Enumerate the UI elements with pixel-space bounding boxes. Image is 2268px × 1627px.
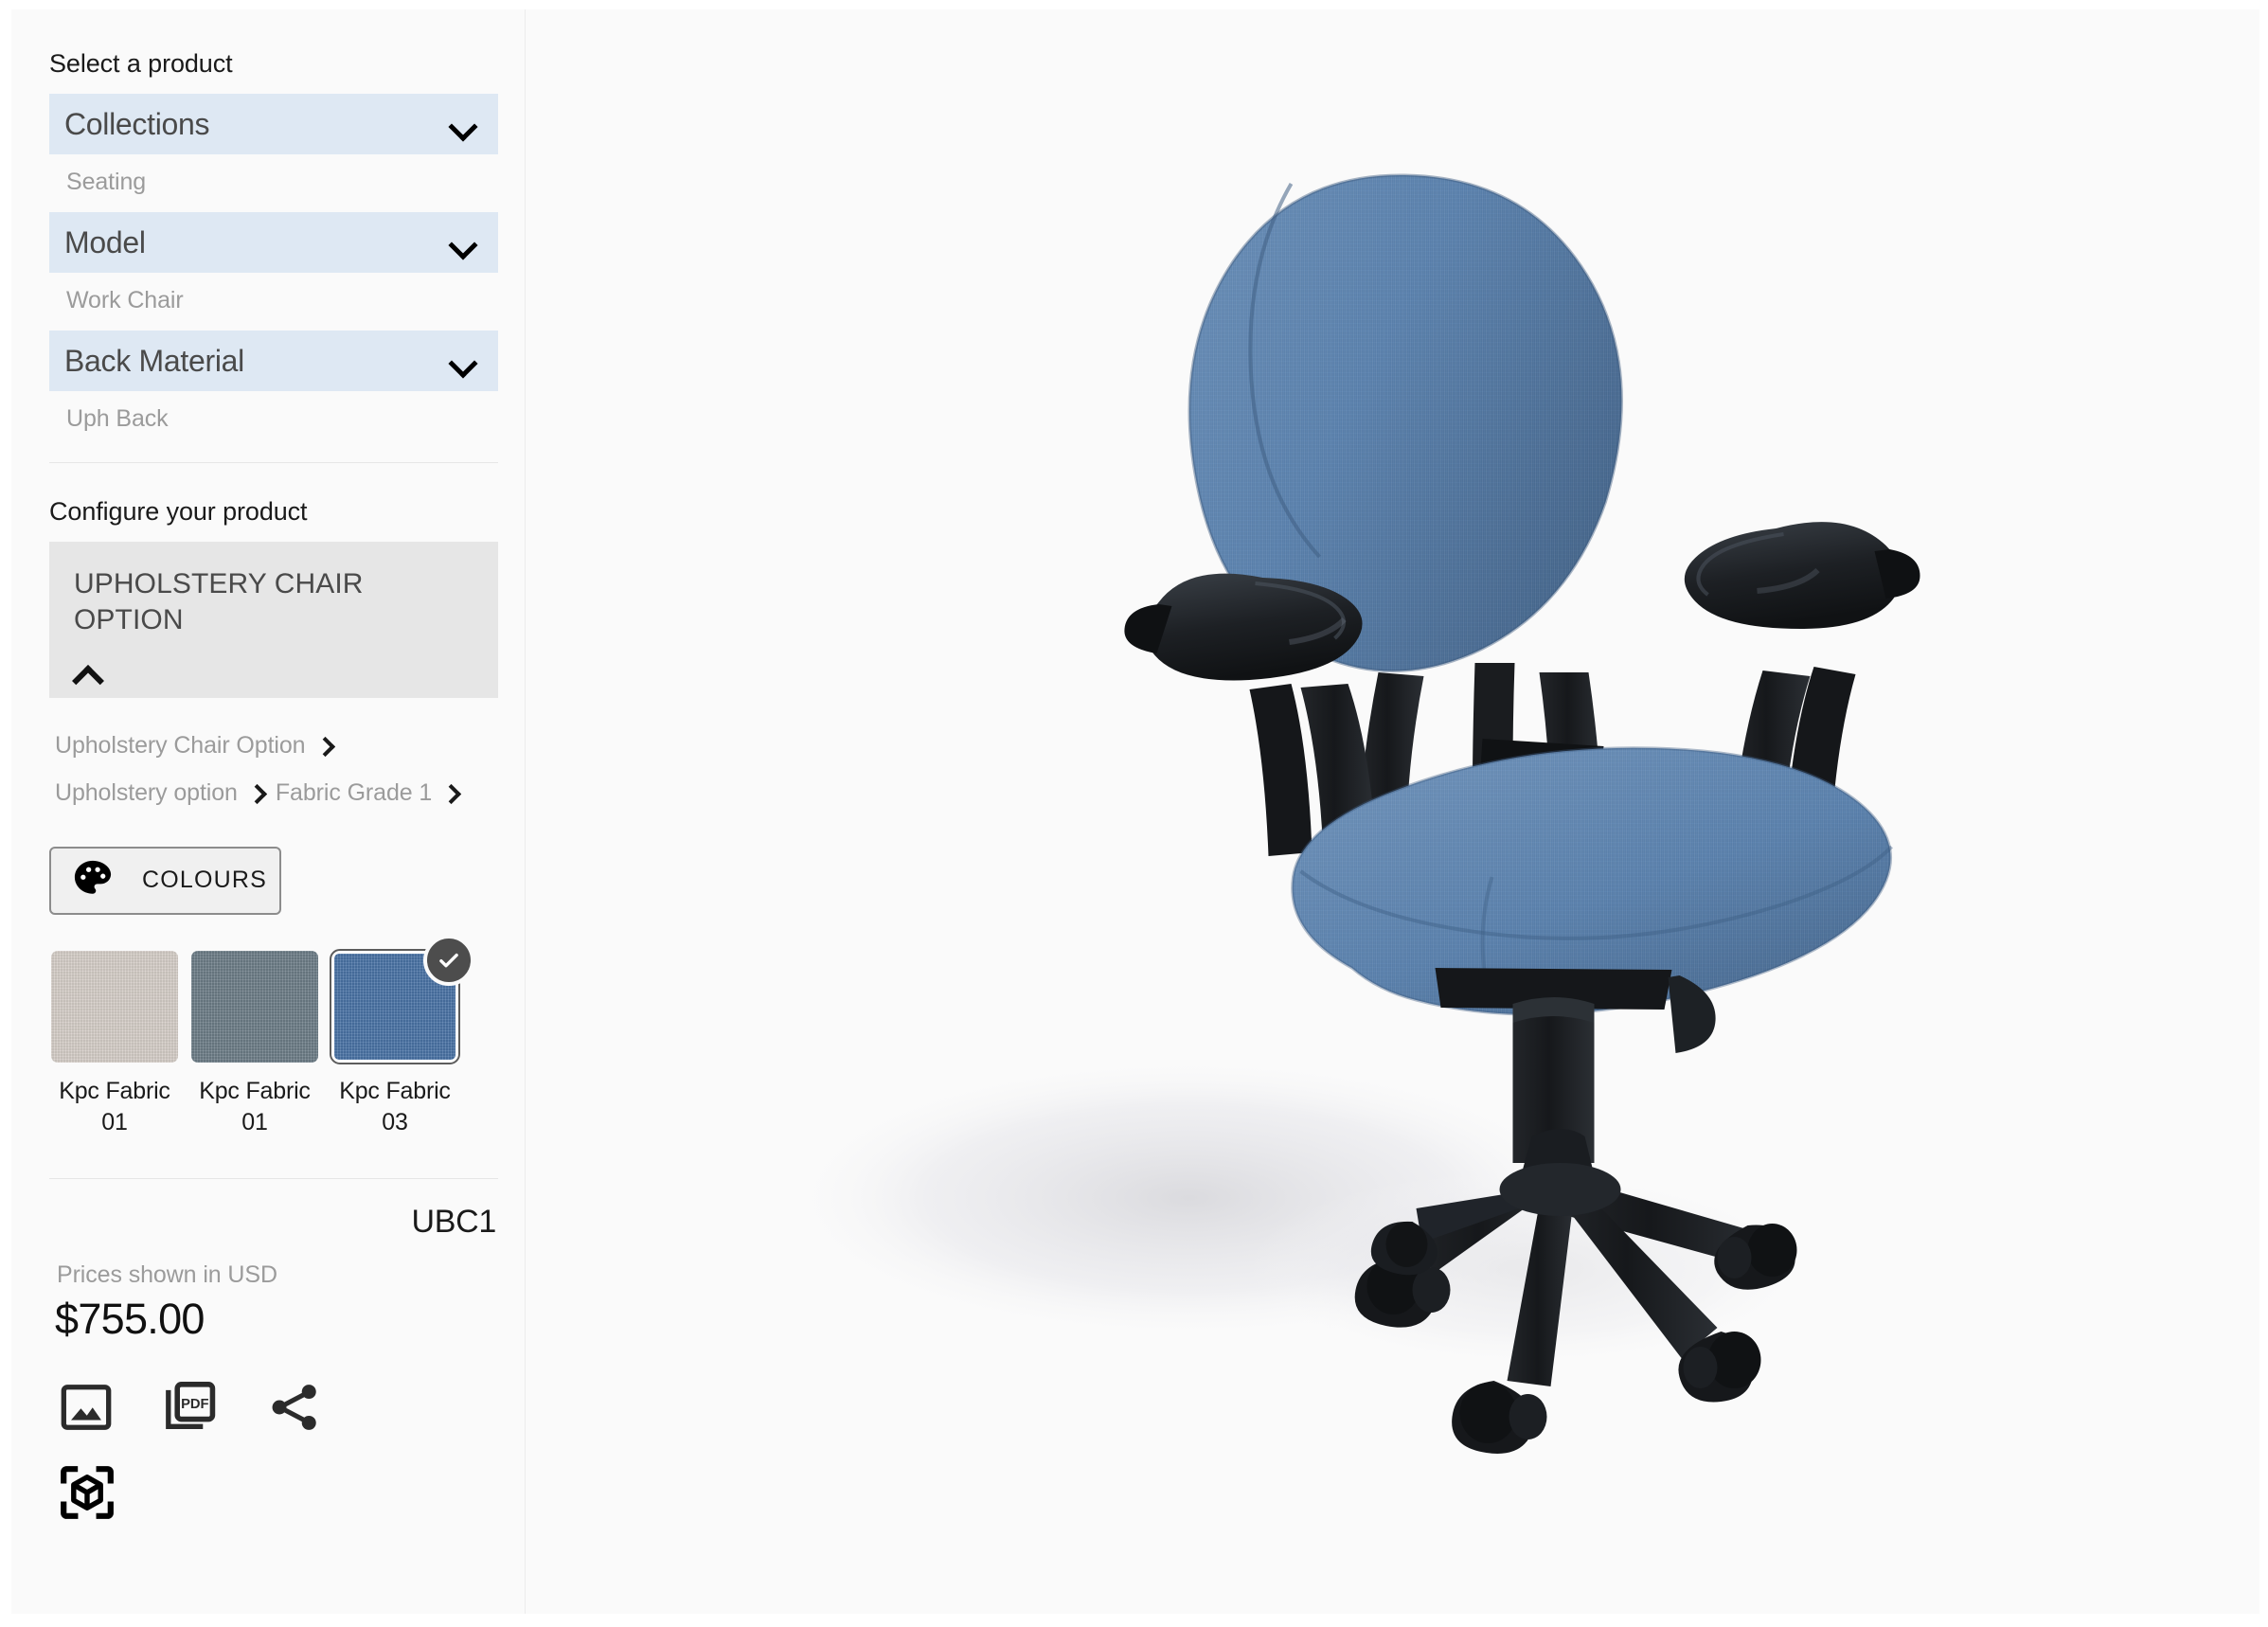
selector-model-label: Model bbox=[64, 224, 146, 259]
upholstery-chair-option-title: UPHOLSTERY CHAIR OPTION bbox=[74, 568, 364, 636]
breadcrumb-upholstery-chair-option[interactable]: Upholstery Chair Option bbox=[49, 698, 498, 760]
ar-cube-icon[interactable] bbox=[57, 1463, 117, 1522]
colours-button-label: COLOURS bbox=[142, 867, 268, 894]
upholstery-chair-option-accordion[interactable]: UPHOLSTERY CHAIR OPTION bbox=[49, 542, 498, 698]
configure-your-product-heading: Configure your product bbox=[49, 497, 308, 526]
swatch-grid: Kpc Fabric 01 Kpc Fabric 01 Kpc Fabric 0… bbox=[49, 934, 498, 1138]
swatch-thumb bbox=[191, 950, 318, 1063]
swatch-item[interactable]: Kpc Fabric 01 bbox=[51, 950, 178, 1138]
price-currency-note: Prices shown in USD bbox=[57, 1260, 277, 1288]
selector-collections-value: Seating bbox=[66, 169, 147, 195]
chevron-right-icon bbox=[442, 783, 461, 802]
chevron-right-icon bbox=[316, 736, 335, 755]
swatch-label: Kpc Fabric 03 bbox=[339, 1077, 451, 1135]
product-viewer[interactable] bbox=[526, 9, 2259, 1614]
swatch-thumb bbox=[51, 950, 178, 1063]
chevron-right-icon bbox=[248, 783, 267, 802]
colours-button[interactable]: COLOURS bbox=[49, 846, 281, 915]
swatch-item[interactable]: Kpc Fabric 01 bbox=[191, 950, 318, 1138]
ar-toolbar bbox=[49, 1463, 498, 1522]
chair-render[interactable] bbox=[526, 9, 2259, 1614]
select-a-product-heading: Select a product bbox=[49, 49, 233, 78]
breadcrumb-part: Upholstery Chair Option bbox=[55, 731, 306, 759]
swatch-label: Kpc Fabric 01 bbox=[59, 1077, 170, 1135]
chevron-down-icon bbox=[449, 234, 477, 251]
palette-icon bbox=[72, 859, 114, 902]
swatch-thumb bbox=[330, 934, 474, 1064]
breadcrumb-upholstery-option[interactable]: Upholstery option Fabric Grade 1 bbox=[49, 760, 498, 807]
swatch-label: Kpc Fabric 01 bbox=[199, 1077, 311, 1135]
selector-back-material-label: Back Material bbox=[64, 343, 244, 378]
selector-collections[interactable]: Collections bbox=[49, 94, 498, 154]
chevron-down-icon bbox=[449, 352, 477, 369]
selector-collections-label: Collections bbox=[64, 106, 210, 141]
selector-model[interactable]: Model bbox=[49, 212, 498, 273]
fabric-texture bbox=[191, 950, 318, 1063]
selector-back-material[interactable]: Back Material bbox=[49, 331, 498, 391]
svg-text:PDF: PDF bbox=[181, 1397, 208, 1412]
breadcrumb-part: Upholstery option bbox=[55, 778, 238, 806]
image-icon[interactable] bbox=[57, 1380, 116, 1435]
fabric-texture bbox=[51, 950, 178, 1063]
configurator-sidebar: Select a product Collections Seating Mod… bbox=[11, 9, 526, 1614]
product-sku: UBC1 bbox=[411, 1203, 497, 1240]
chevron-down-icon bbox=[449, 116, 477, 133]
share-icon[interactable] bbox=[265, 1380, 324, 1435]
configurator-root: Select a product Collections Seating Mod… bbox=[11, 9, 2259, 1614]
selector-model-value: Work Chair bbox=[66, 287, 184, 313]
swatch-color bbox=[191, 950, 318, 1063]
breadcrumb-part: Fabric Grade 1 bbox=[275, 778, 433, 806]
chevron-up-icon[interactable] bbox=[72, 664, 104, 685]
action-toolbar: PDF bbox=[49, 1380, 498, 1435]
product-price: $755.00 bbox=[55, 1294, 205, 1343]
check-circle-icon bbox=[423, 934, 474, 986]
swatch-color bbox=[51, 950, 178, 1063]
swatch-item-selected[interactable]: Kpc Fabric 03 bbox=[330, 934, 474, 1138]
selector-back-material-value: Uph Back bbox=[66, 405, 169, 432]
caster bbox=[1452, 1381, 1547, 1454]
app-window: Select a product Collections Seating Mod… bbox=[0, 0, 2268, 1627]
armrest-left bbox=[1124, 573, 1377, 858]
pdf-icon[interactable]: PDF bbox=[161, 1380, 220, 1435]
